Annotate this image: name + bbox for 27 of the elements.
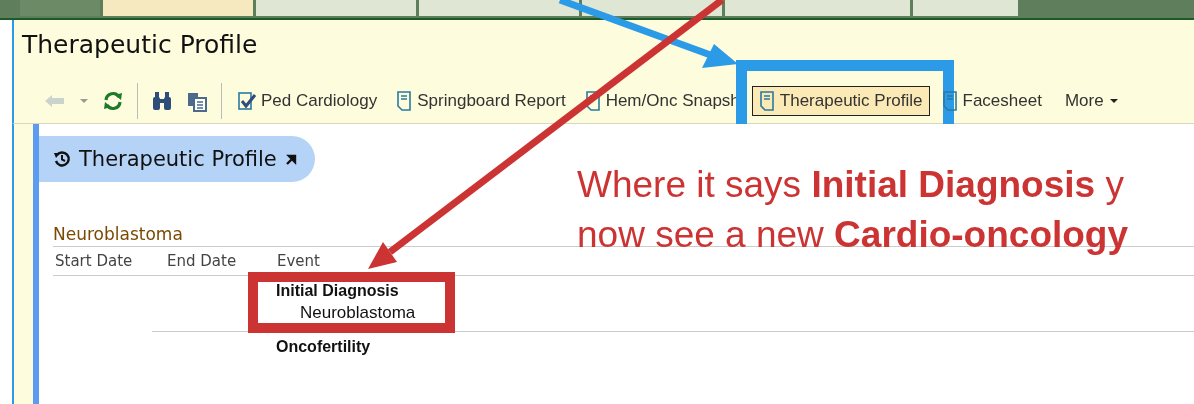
event-title: Initial Diagnosis (276, 282, 400, 300)
caret-icon[interactable] (79, 98, 89, 104)
column-header: Event (277, 252, 320, 270)
document-icon (758, 91, 775, 111)
event-title: Oncofertility (276, 338, 371, 356)
annotation-text: now see a new Cardio-oncology (577, 213, 1129, 257)
panel-title: Therapeutic Profile (79, 147, 277, 171)
binoculars-icon[interactable] (151, 91, 173, 111)
report-tab[interactable]: Springboard Report (389, 86, 573, 116)
event-detail: Neuroblastoma (299, 302, 416, 323)
column-header: End Date (167, 252, 238, 270)
refresh-icon[interactable] (102, 90, 124, 112)
history-icon (53, 150, 71, 168)
caret-icon (1108, 98, 1119, 104)
document-icon (396, 91, 413, 111)
more-menu[interactable]: More (1057, 86, 1126, 116)
column-header: Start Date (55, 252, 134, 270)
annotation-text: Where it says Initial Diagnosis y (577, 163, 1125, 207)
copy-icon[interactable] (186, 90, 208, 112)
page-title: Therapeutic Profile (22, 29, 259, 59)
report-tab[interactable]: Therapeutic Profile (751, 86, 930, 116)
expand-arrow-icon[interactable] (284, 153, 297, 165)
document-icon (941, 91, 958, 111)
report-tab[interactable]: Facesheet (934, 86, 1049, 116)
document-icon (584, 91, 601, 111)
checked-document-icon (238, 91, 256, 111)
report-tab[interactable]: Ped Cardiology (231, 86, 385, 116)
